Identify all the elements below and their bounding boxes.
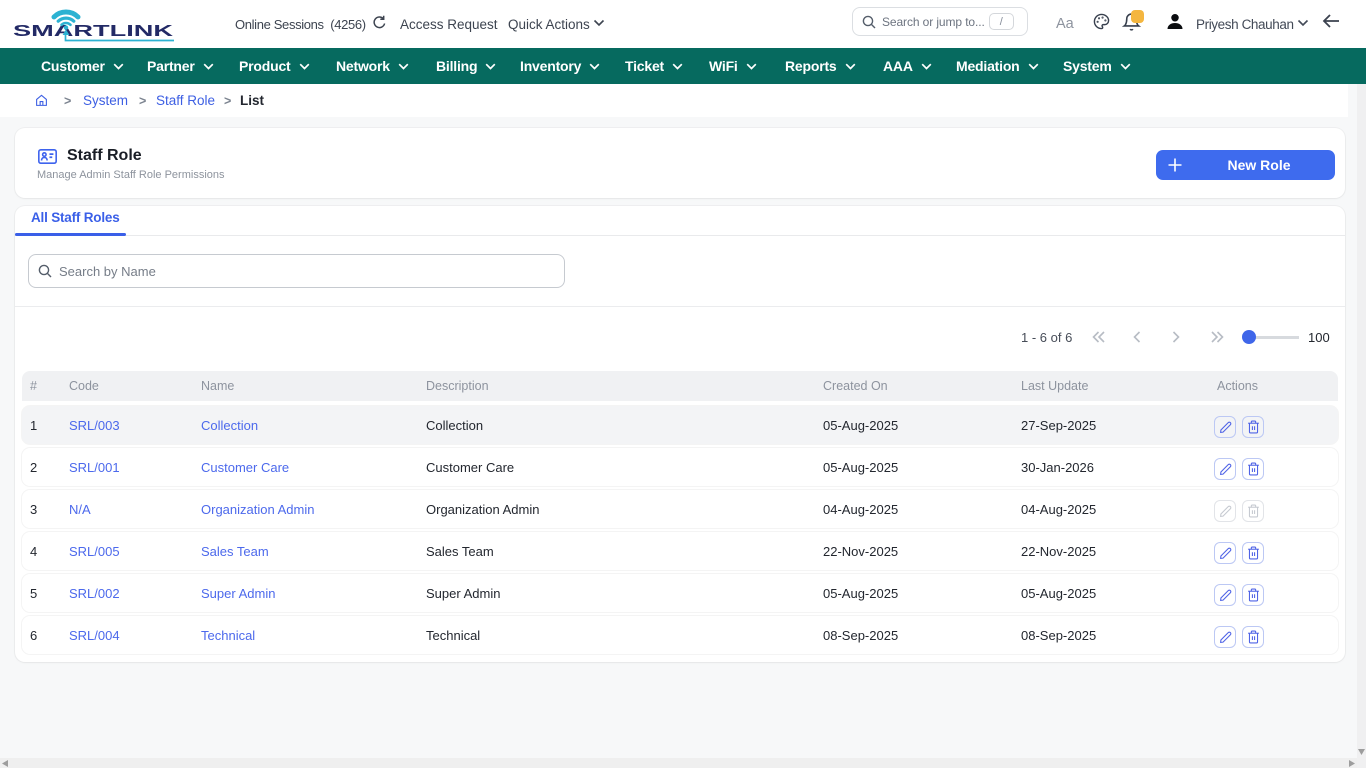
- svg-text:SMARTLINK: SMARTLINK: [13, 23, 174, 40]
